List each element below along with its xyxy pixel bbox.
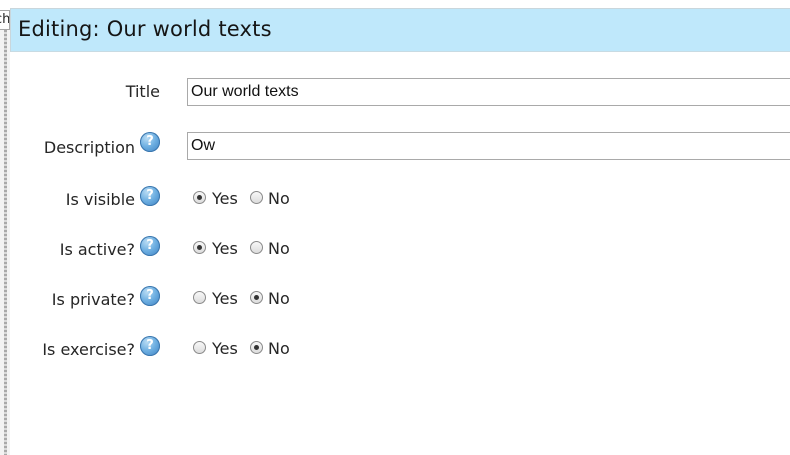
- is-exercise-yes-label: Yes: [212, 339, 238, 358]
- form-row-is-private: Is private? ? Yes No: [10, 286, 790, 318]
- is-active-no-label: No: [268, 239, 290, 258]
- is-active-label: Is active?: [59, 240, 135, 259]
- is-active-yes-label: Yes: [212, 239, 238, 258]
- help-icon[interactable]: ?: [140, 132, 160, 152]
- description-label: Description: [43, 138, 135, 157]
- form-row-description: Description ?: [10, 132, 790, 164]
- page-title: Editing: Our world texts: [18, 17, 272, 41]
- is-private-label: Is private?: [51, 290, 135, 309]
- splitter-handle[interactable]: [4, 30, 7, 455]
- is-active-yes-radio[interactable]: [193, 241, 206, 254]
- is-active-label-cell: Is active? ?: [10, 236, 160, 268]
- is-private-yes-label: Yes: [212, 289, 238, 308]
- editor-header: Editing: Our world texts: [10, 8, 790, 52]
- is-exercise-label-cell: Is exercise? ?: [10, 336, 160, 368]
- description-input[interactable]: [187, 132, 790, 160]
- background-search-text: ch: [0, 12, 10, 27]
- is-exercise-no-radio[interactable]: [250, 341, 263, 354]
- is-private-no-label: No: [268, 289, 290, 308]
- help-icon[interactable]: ?: [140, 336, 160, 356]
- title-label-cell: Title: [10, 76, 160, 108]
- form-row-title: Title: [10, 76, 790, 108]
- is-visible-yes-label: Yes: [212, 189, 238, 208]
- is-visible-no-radio[interactable]: [250, 191, 263, 204]
- is-exercise-no-label: No: [268, 339, 290, 358]
- form-row-is-exercise: Is exercise? ? Yes No: [10, 336, 790, 368]
- title-input[interactable]: [187, 78, 790, 106]
- top-edge: [0, 0, 790, 8]
- is-visible-no-label: No: [268, 189, 290, 208]
- is-visible-label: Is visible: [65, 190, 135, 209]
- description-label-cell: Description ?: [10, 132, 160, 164]
- is-active-no-radio[interactable]: [250, 241, 263, 254]
- editor-page: ch Editing: Our world texts Title Descri…: [0, 0, 790, 455]
- form-row-is-active: Is active? ? Yes No: [10, 236, 790, 268]
- is-private-no-radio[interactable]: [250, 291, 263, 304]
- is-visible-label-cell: Is visible ?: [10, 186, 160, 218]
- help-icon[interactable]: ?: [140, 236, 160, 256]
- help-icon[interactable]: ?: [140, 286, 160, 306]
- help-icon[interactable]: ?: [140, 186, 160, 206]
- is-private-label-cell: Is private? ?: [10, 286, 160, 318]
- background-search-input[interactable]: ch: [0, 10, 10, 30]
- is-visible-yes-radio[interactable]: [193, 191, 206, 204]
- is-exercise-yes-radio[interactable]: [193, 341, 206, 354]
- is-private-yes-radio[interactable]: [193, 291, 206, 304]
- title-label: Title: [125, 82, 160, 101]
- form-row-is-visible: Is visible ? Yes No: [10, 186, 790, 218]
- is-exercise-label: Is exercise?: [42, 340, 135, 359]
